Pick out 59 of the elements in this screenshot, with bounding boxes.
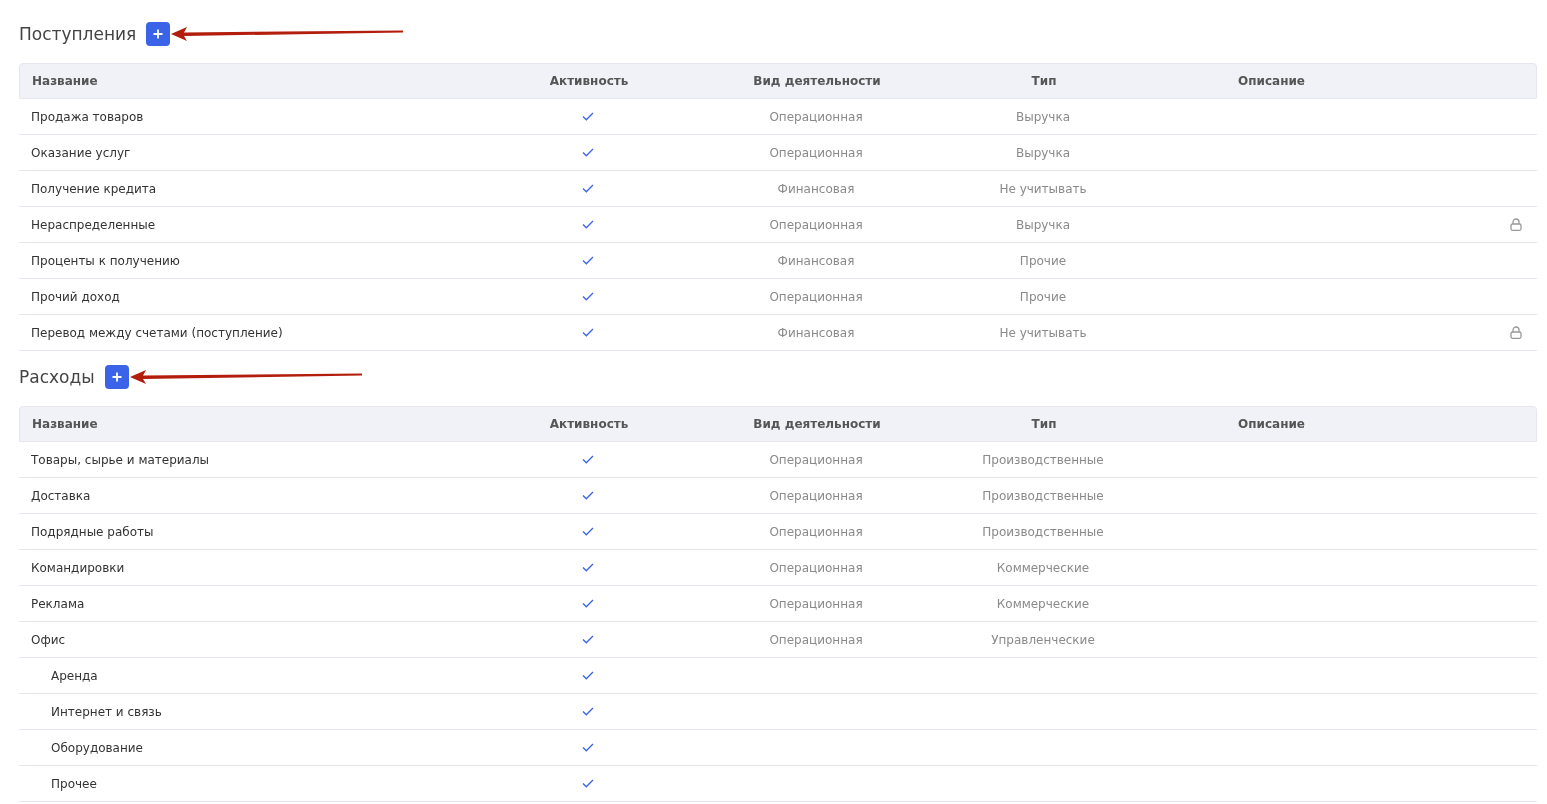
column-header: Вид деятельности bbox=[752, 416, 882, 433]
category-name: Проценты к получению bbox=[30, 252, 181, 270]
category-name: Командировки bbox=[30, 559, 126, 577]
category-name: Перевод между счетами (поступление) bbox=[30, 324, 284, 342]
category-type: Выручка bbox=[1015, 109, 1071, 124]
activity-type: Операционная bbox=[769, 109, 863, 124]
category-type: Выручка bbox=[1015, 145, 1071, 160]
add-button[interactable] bbox=[146, 22, 171, 46]
category-type: Производственные bbox=[982, 488, 1104, 503]
category-name: Прочее bbox=[50, 775, 98, 793]
category-type: Не учитывать bbox=[999, 181, 1087, 196]
category-name: Товары, сырье и материалы bbox=[30, 451, 211, 469]
activity-type: Финансовая bbox=[777, 325, 855, 340]
category-type: Не учитывать bbox=[999, 325, 1087, 340]
section-title: Расходы bbox=[19, 367, 95, 387]
activity-type: Операционная bbox=[769, 596, 863, 611]
column-header: Тип bbox=[1030, 416, 1058, 433]
category-name: Прочий доход bbox=[30, 288, 121, 306]
column-header: Описание bbox=[1237, 416, 1306, 433]
category-type: Прочие bbox=[1019, 289, 1067, 304]
category-name: Аренда bbox=[50, 667, 99, 685]
activity-type: Операционная bbox=[769, 217, 863, 232]
column-header: Активность bbox=[548, 416, 630, 433]
activity-type: Операционная bbox=[769, 452, 863, 467]
activity-type: Операционная bbox=[769, 632, 863, 647]
category-type: Производственные bbox=[982, 524, 1104, 539]
activity-type: Операционная bbox=[769, 560, 863, 575]
column-header: Тип bbox=[1030, 73, 1058, 90]
column-header: Описание bbox=[1237, 73, 1306, 90]
category-type: Управленческие bbox=[991, 632, 1095, 647]
category-name: Доставка bbox=[30, 487, 92, 505]
section-title: Поступления bbox=[19, 24, 137, 44]
activity-type: Операционная bbox=[769, 488, 863, 503]
category-type: Коммерческие bbox=[996, 596, 1090, 611]
category-name: Подрядные работы bbox=[30, 523, 155, 541]
category-name: Получение кредита bbox=[30, 180, 158, 198]
activity-type: Финансовая bbox=[777, 181, 855, 196]
category-name: Нераспределенные bbox=[30, 216, 157, 234]
category-type: Выручка bbox=[1015, 217, 1071, 232]
category-name: Продажа товаров bbox=[30, 108, 145, 126]
category-name: Оказание услуг bbox=[30, 144, 132, 162]
activity-type: Финансовая bbox=[777, 253, 855, 268]
category-name: Интернет и связь bbox=[50, 703, 163, 721]
activity-type: Операционная bbox=[769, 145, 863, 160]
category-name: Оборудование bbox=[50, 739, 144, 757]
category-type: Производственные bbox=[982, 452, 1104, 467]
column-header: Название bbox=[31, 416, 99, 433]
plus-icon bbox=[153, 29, 164, 39]
category-type: Прочие bbox=[1019, 253, 1067, 268]
activity-type: Операционная bbox=[769, 289, 863, 304]
category-type: Коммерческие bbox=[996, 560, 1090, 575]
column-header: Название bbox=[31, 73, 99, 90]
category-name: Реклама bbox=[30, 595, 86, 613]
plus-icon bbox=[111, 372, 122, 382]
column-header: Активность bbox=[548, 73, 630, 90]
category-name: Офис bbox=[30, 631, 67, 649]
column-header: Вид деятельности bbox=[752, 73, 882, 90]
add-button[interactable] bbox=[104, 365, 129, 389]
activity-type: Операционная bbox=[769, 524, 863, 539]
